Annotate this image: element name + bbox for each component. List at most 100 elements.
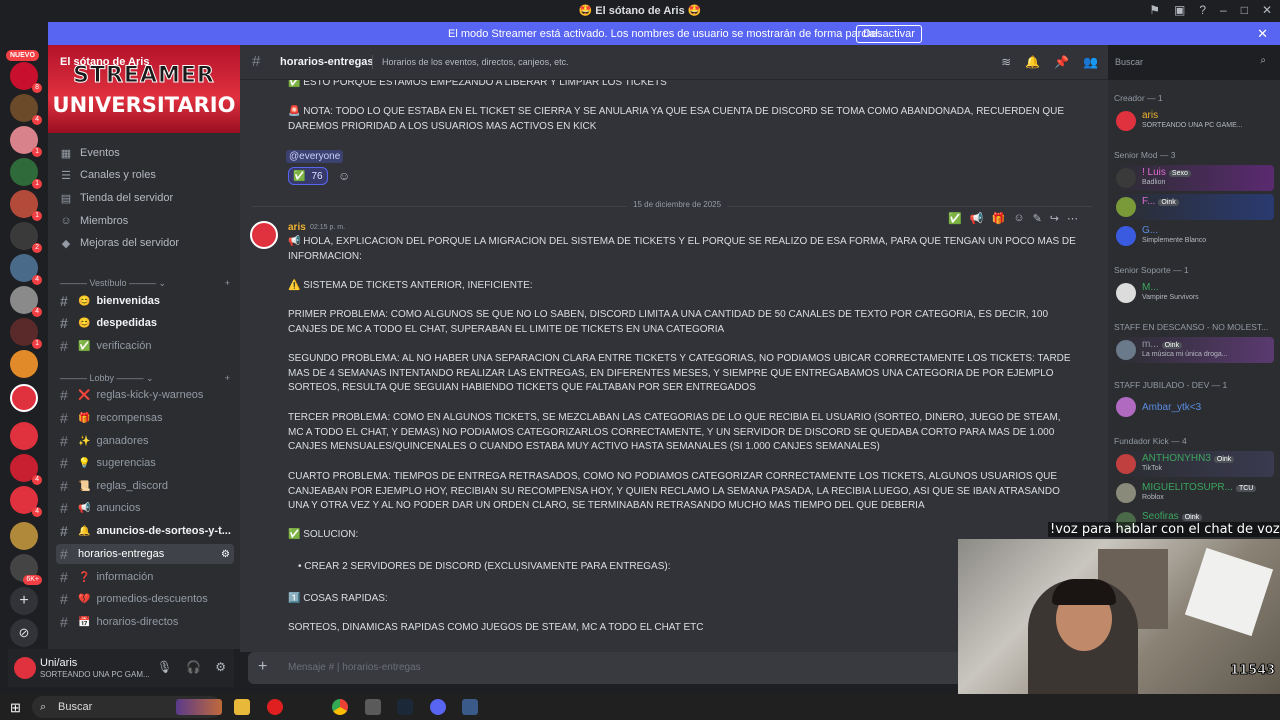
discord-icon[interactable] [430, 699, 446, 715]
settings-icon[interactable]: ⚙ [221, 549, 234, 560]
file-explorer-icon[interactable] [234, 699, 250, 715]
server-icon[interactable]: 1 [10, 190, 42, 221]
author-avatar[interactable] [250, 221, 278, 249]
member-item[interactable]: F... Oink [1114, 194, 1274, 220]
server-icon[interactable]: 1 [10, 158, 42, 189]
pin-icon[interactable]: 📌 [1054, 55, 1069, 69]
server-icon[interactable] [10, 350, 38, 378]
channel-bienvenidas[interactable]: # 😊 bienvenidas [56, 291, 234, 311]
add-channel-icon[interactable]: + [225, 373, 230, 384]
inbox-icon[interactable]: ⚑ [1149, 3, 1160, 17]
megaphone-icon[interactable]: 📢 [970, 212, 984, 225]
channel-reglas-kick[interactable]: # ❌ reglas-kick-y-warneos [56, 385, 234, 405]
edit-icon[interactable]: ✎ [1033, 212, 1042, 225]
members-icon: ☺ [60, 215, 72, 227]
server-icon[interactable]: 4 [10, 454, 42, 485]
server-icon[interactable] [10, 522, 38, 550]
server-icon[interactable]: 2 [10, 222, 42, 253]
channel-ganadores[interactable]: # ✨ ganadores [56, 431, 234, 451]
member-item[interactable]: G... Simplemente Blanco [1114, 223, 1274, 249]
menu-boosts[interactable]: ◆ Mejoras del servidor [60, 233, 230, 253]
menu-shop[interactable]: ▤ Tienda del servidor [60, 188, 230, 208]
server-folder[interactable]: 6K+ [10, 554, 42, 585]
member-item[interactable]: MIGUELITOSUPR... TCU Roblox [1114, 480, 1274, 506]
channel-sugerencias[interactable]: # 💡 sugerencias [56, 453, 234, 473]
member-item[interactable]: aris SORTEANDO UNA PC GAME... [1114, 108, 1274, 134]
channel-despedidas[interactable]: # 😊 despedidas [56, 313, 234, 333]
channel-informacion[interactable]: # ❓ información [56, 567, 234, 587]
bell-icon[interactable]: 🔔 [1025, 55, 1040, 69]
mic-icon[interactable]: 🎙 [157, 660, 172, 674]
server-icon[interactable] [10, 384, 38, 412]
user-panel[interactable]: Uni/aris SORTEANDO UNA PC GAM... 🎙 🎧 ⚙ [8, 649, 234, 687]
server-icon[interactable]: 4 [10, 254, 42, 285]
channel-verificacion[interactable]: # ✅ verificación [56, 336, 234, 356]
menu-events[interactable]: ▦ Eventos [60, 143, 230, 163]
channel-horarios-directos[interactable]: # 📅 horarios-directos [56, 612, 234, 632]
attach-icon[interactable]: + [258, 658, 267, 676]
app-icon[interactable] [365, 699, 381, 715]
maximize-icon[interactable]: □ [1241, 3, 1248, 17]
server-icon[interactable]: 1 [10, 318, 42, 349]
gift-icon[interactable]: 🎁 [992, 212, 1006, 225]
mention-everyone[interactable]: @everyone [286, 150, 344, 163]
channel-anuncios[interactable]: # 📢 anuncios [56, 498, 234, 518]
category-lobby[interactable]: ——— Lobby ——— ⌄ + [60, 373, 230, 384]
server-icon[interactable]: 4 [10, 286, 42, 317]
check-icon[interactable]: ✅ [948, 212, 962, 225]
channel-recompensas[interactable]: # 🎁 recompensas [56, 408, 234, 428]
help-icon[interactable]: ? [1199, 3, 1206, 17]
more-icon[interactable]: ⋯ [1067, 212, 1078, 225]
search-input[interactable]: Buscar ⌕ [1108, 52, 1272, 72]
server-icon[interactable]: 4 [10, 486, 42, 517]
shop-icon: ▤ [60, 192, 72, 205]
channel-horarios-entregas[interactable]: # horarios-entregas ⚙ [56, 544, 234, 564]
server-icon[interactable]: 8 [10, 62, 42, 93]
member-item[interactable]: ! Luis Sexo Badlion [1114, 165, 1274, 191]
avatar[interactable] [14, 657, 36, 679]
server-name[interactable]: El sótano de Aris [60, 56, 149, 68]
member-item[interactable]: Ambar_ytk<3 [1114, 394, 1274, 420]
category-vestibulo[interactable]: ——— Vestíbulo ——— ⌄ + [60, 278, 230, 289]
chrome-icon[interactable] [332, 699, 348, 715]
add-channel-icon[interactable]: + [225, 278, 230, 289]
server-banner[interactable]: STREAMER UNIVERSITARIO El sótano de Aris [48, 45, 240, 133]
add-server-icon[interactable]: + [10, 587, 38, 615]
opera-icon[interactable] [267, 699, 283, 715]
server-icon[interactable]: 4 [10, 94, 42, 125]
close-window-icon[interactable]: ✕ [1262, 3, 1272, 17]
calculator-icon[interactable] [462, 699, 478, 715]
server-icon[interactable] [10, 422, 38, 450]
date-divider: 15 de diciembre de 2025 [252, 200, 1092, 209]
menu-channels-roles[interactable]: ☰ Canales y roles [60, 165, 230, 185]
close-banner-icon[interactable]: ✕ [1257, 26, 1268, 42]
reaction-check[interactable]: ✅ 76 [288, 167, 328, 185]
channel-reglas-discord[interactable]: # 📜 reglas_discord [56, 476, 234, 496]
taskbar-widget[interactable] [176, 699, 222, 715]
server-icon[interactable]: 1 [10, 126, 42, 157]
channel-topic[interactable]: Horarios de los eventos, directos, canje… [382, 57, 569, 67]
threads-icon[interactable]: ≋ [1001, 55, 1011, 69]
channel-anuncios-sorteos[interactable]: # 🔔 anuncios-de-sorteos-y-t... [56, 521, 234, 541]
channel-promedios[interactable]: # 💔 promedios-descuentos [56, 589, 234, 609]
minimize-icon[interactable]: – [1220, 3, 1227, 17]
member-item[interactable]: ANTHONYHN3 Oink TikTok [1114, 451, 1274, 477]
author-name[interactable]: aris [288, 222, 306, 233]
menu-members[interactable]: ☺ Miembros [60, 211, 230, 231]
member-item[interactable]: m... Oink La música mi única droga... [1114, 337, 1274, 363]
member-list-icon[interactable]: 👥 [1083, 55, 1098, 69]
headphones-icon[interactable]: 🎧 [186, 660, 201, 674]
screen-icon[interactable]: ▣ [1174, 3, 1185, 17]
explore-icon[interactable]: ⊘ [10, 619, 38, 647]
member-item[interactable]: M... Vampire Survivors [1114, 280, 1274, 306]
reaction-icon[interactable]: ☺ [1013, 212, 1024, 225]
add-reaction-icon[interactable]: ☺ [338, 169, 350, 183]
settings-icon[interactable]: ⚙ [215, 660, 226, 674]
windows-start-icon[interactable]: ⊞ [10, 700, 21, 716]
deactivate-button[interactable]: Desactivar [856, 25, 922, 43]
avatar [1116, 454, 1136, 474]
window-title: 🤩 El sótano de Aris 🤩 [578, 5, 702, 17]
steam-icon[interactable] [397, 699, 413, 715]
forward-icon[interactable]: ↪ [1050, 212, 1059, 225]
new-badge: NUEVO [6, 50, 39, 61]
